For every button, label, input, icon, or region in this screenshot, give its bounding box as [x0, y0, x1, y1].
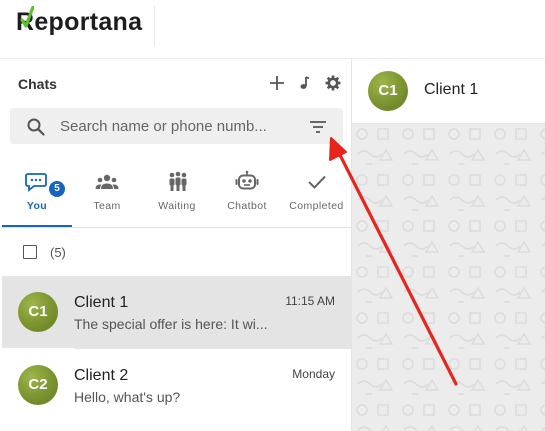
- chat-time: Monday: [292, 367, 335, 381]
- logo-text: Reportana: [16, 8, 143, 36]
- tab-team[interactable]: Team: [72, 166, 142, 228]
- tab-completed[interactable]: Completed: [282, 166, 351, 228]
- add-icon[interactable]: [267, 73, 287, 93]
- unread-count-badge: 5: [49, 181, 65, 197]
- chat-bubble-icon: [25, 173, 47, 192]
- tabs-divider: [2, 227, 351, 228]
- search-input[interactable]: [60, 115, 285, 137]
- logo-check-icon: [20, 6, 34, 28]
- conversation-pane: C1 Client 1: [352, 59, 545, 431]
- people-waiting-icon: [169, 171, 187, 191]
- chat-row-divider: [74, 348, 351, 349]
- chats-title: Chats: [18, 76, 57, 92]
- filter-icon[interactable]: [308, 117, 328, 137]
- checkmark-icon: [307, 175, 326, 189]
- chat-count: (5): [50, 245, 66, 260]
- select-all-row: (5): [2, 229, 351, 275]
- search-icon: [27, 118, 45, 136]
- chat-list-item[interactable]: C2 Client 2 Hello, what's up? Monday: [2, 349, 351, 421]
- select-all-checkbox[interactable]: [23, 245, 37, 259]
- tab-you[interactable]: 5 You: [2, 166, 72, 228]
- logo-divider: [154, 6, 155, 46]
- robot-icon: [235, 170, 259, 190]
- music-note-icon[interactable]: [295, 73, 315, 93]
- top-bar: Reportana: [0, 0, 545, 58]
- group-icon: [95, 174, 119, 189]
- tab-chatbot[interactable]: Chatbot: [212, 166, 282, 228]
- tab-waiting[interactable]: Waiting: [142, 166, 212, 228]
- avatar: C1: [18, 292, 58, 332]
- conversation-header: C1 Client 1: [352, 59, 545, 124]
- chat-preview: The special offer is here: It wi...: [74, 316, 268, 332]
- tab-label: Waiting: [158, 200, 196, 212]
- conversation-contact-name[interactable]: Client 1: [424, 81, 478, 99]
- tab-label: Team: [93, 200, 121, 212]
- search-bar: [10, 108, 343, 144]
- tab-label: Completed: [289, 200, 344, 212]
- chat-sidebar: Chats Search name or phone numb... 5 You…: [2, 59, 352, 431]
- sidebar-header: Chats: [2, 59, 351, 107]
- chat-preview: Hello, what's up?: [74, 389, 181, 405]
- chat-name: Client 2: [74, 367, 129, 384]
- tab-label: You: [26, 200, 48, 212]
- chat-background-pattern: [352, 124, 545, 431]
- avatar[interactable]: C1: [368, 71, 408, 111]
- chat-list-item[interactable]: C1 Client 1 The special offer is here: I…: [2, 276, 351, 348]
- chat-name: Client 1: [74, 294, 129, 311]
- tab-label: Chatbot: [227, 200, 267, 212]
- gear-icon[interactable]: [323, 73, 343, 93]
- chat-tabs: 5 You Team Waiting Chatbot Completed: [2, 166, 351, 228]
- reportana-logo[interactable]: Reportana: [16, 6, 143, 37]
- avatar: C2: [18, 365, 58, 405]
- chat-time: 11:15 AM: [285, 294, 335, 308]
